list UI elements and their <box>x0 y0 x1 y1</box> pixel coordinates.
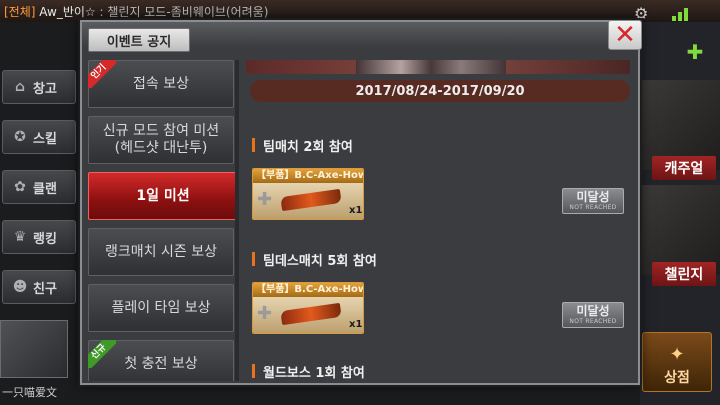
sidebar-item-label: 1일 미션 <box>136 187 190 204</box>
event-sidebar: 인기 접속 보상 신규 모드 참여 미션 (헤드샷 대난투) 1일 미션 랭크매… <box>88 60 238 381</box>
event-notice-modal: 이벤트 공지 ✕ 인기 접속 보상 신규 모드 참여 미션 (헤드샷 대난투) … <box>80 20 642 385</box>
chat-text: : 챌린지 모드-좀비웨이브(어려움) <box>99 5 269 19</box>
sidebar-item-sublabel: (헤드샷 대난투) <box>114 140 208 156</box>
shop-icon: ✦ <box>669 344 685 365</box>
sidebar-item-login-reward[interactable]: 인기 접속 보상 <box>88 60 234 108</box>
sidebar-item-new-mode-mission[interactable]: 신규 모드 참여 미션 (헤드샷 대난투) <box>88 116 234 164</box>
reward-name: 【부품】B.C-Axe-Howl <box>253 169 363 183</box>
mission-title-text: 팀매치 2회 참여 <box>263 139 353 155</box>
menu-label: 스킬 <box>33 131 57 147</box>
modal-title: 이벤트 공지 <box>88 28 190 52</box>
warehouse-icon: ⌂ <box>14 79 26 95</box>
trophy-icon: ♛ <box>13 229 27 245</box>
gamepad-icon[interactable]: ✚ <box>680 40 710 66</box>
menu-label: 랭킹 <box>33 231 57 247</box>
axe-weapon-icon <box>280 188 342 212</box>
reward-quantity: x1 <box>349 205 363 216</box>
menu-ranking[interactable]: ♛ 랭킹 <box>2 220 76 254</box>
mission-title-text: 팀데스매치 5회 참여 <box>263 253 377 269</box>
chat-sender: Aw_반이☆ <box>39 5 96 19</box>
mission-title: 팀데스매치 5회 참여 <box>252 250 377 269</box>
menu-label: 클랜 <box>33 181 57 197</box>
sidebar-item-rank-season-reward[interactable]: 랭크매치 시즌 보상 <box>88 228 234 276</box>
sidebar-item-first-charge-reward[interactable]: 신규 첫 충전 보상 <box>88 340 234 381</box>
mission-content: 2017/08/24-2017/09/20 팀매치 2회 참여 【부품】B.C-… <box>246 60 638 381</box>
hot-ribbon: 인기 <box>88 60 116 88</box>
clan-icon: ✿ <box>14 179 26 195</box>
chat-channel-tag: [전체] <box>4 5 36 19</box>
event-date-range: 2017/08/24-2017/09/20 <box>250 80 630 102</box>
menu-label: 창고 <box>33 81 57 97</box>
profile-name: 一只喵爱文 <box>2 386 57 399</box>
mission-title-text: 월드보스 1회 참여 <box>263 365 365 381</box>
status-label: 미달성 <box>576 190 610 204</box>
menu-skill[interactable]: ✪ 스킬 <box>2 120 76 154</box>
ribbon-label: 신규 <box>88 340 116 368</box>
ribbon-label: 인기 <box>88 60 116 88</box>
avatar[interactable] <box>0 320 68 378</box>
signal-icon <box>672 5 694 21</box>
casual-mode-label[interactable]: 캐주얼 <box>652 156 716 180</box>
sidebar-item-label: 랭크매치 시즌 보상 <box>105 243 217 260</box>
reward-item[interactable]: 【부품】B.C-Axe-Howl ✚ x1 <box>252 282 364 334</box>
sidebar-item-label: 플레이 타임 보상 <box>111 299 211 316</box>
not-reached-button[interactable]: 미달성 NOT REACHED <box>562 188 624 214</box>
status-sublabel: NOT REACHED <box>569 318 617 325</box>
sidebar-item-daily-mission[interactable]: 1일 미션 <box>88 172 238 220</box>
sidebar-item-label: 접속 보상 <box>133 75 189 92</box>
event-banner-image <box>246 60 630 74</box>
menu-label: 친구 <box>33 281 57 297</box>
mission-title: 팀매치 2회 참여 <box>252 136 353 155</box>
skill-icon: ✪ <box>14 129 26 145</box>
reward-quantity: x1 <box>349 319 363 330</box>
mission-title: 월드보스 1회 참여 <box>252 362 365 381</box>
status-sublabel: NOT REACHED <box>569 204 617 211</box>
close-icon: ✕ <box>614 20 636 50</box>
status-label: 미달성 <box>576 304 610 318</box>
menu-clan[interactable]: ✿ 클랜 <box>2 170 76 204</box>
sidebar-item-playtime-reward[interactable]: 플레이 타임 보상 <box>88 284 234 332</box>
reward-item[interactable]: 【부품】B.C-Axe-Howl ✚ x1 <box>252 168 364 220</box>
challenge-mode-label[interactable]: 챌린지 <box>652 262 716 286</box>
chat-message: [전체] Aw_반이☆ : 챌린지 모드-좀비웨이브(어려움) <box>4 3 268 20</box>
sidebar-scrollbar[interactable] <box>235 60 239 381</box>
close-button[interactable]: ✕ <box>608 20 642 50</box>
sidebar-item-label: 첫 충전 보상 <box>124 355 198 372</box>
friend-icon: ☻ <box>12 279 28 295</box>
not-reached-button[interactable]: 미달성 NOT REACHED <box>562 302 624 328</box>
chat-bar[interactable]: [전체] Aw_반이☆ : 챌린지 모드-좀비웨이브(어려움) ⚙ <box>0 0 720 23</box>
menu-warehouse[interactable]: ⌂ 창고 <box>2 70 76 104</box>
reward-name: 【부품】B.C-Axe-Howl <box>253 283 363 297</box>
axe-weapon-icon <box>280 302 342 326</box>
menu-friend[interactable]: ☻ 친구 <box>2 270 76 304</box>
shop-button[interactable]: ✦ 상점 <box>642 332 712 392</box>
new-ribbon: 신규 <box>88 340 116 368</box>
shop-label: 상점 <box>664 370 690 386</box>
sidebar-item-label: 신규 모드 참여 미션 <box>102 123 220 139</box>
puzzle-piece-icon: ✚ <box>257 303 273 324</box>
puzzle-piece-icon: ✚ <box>257 189 273 210</box>
